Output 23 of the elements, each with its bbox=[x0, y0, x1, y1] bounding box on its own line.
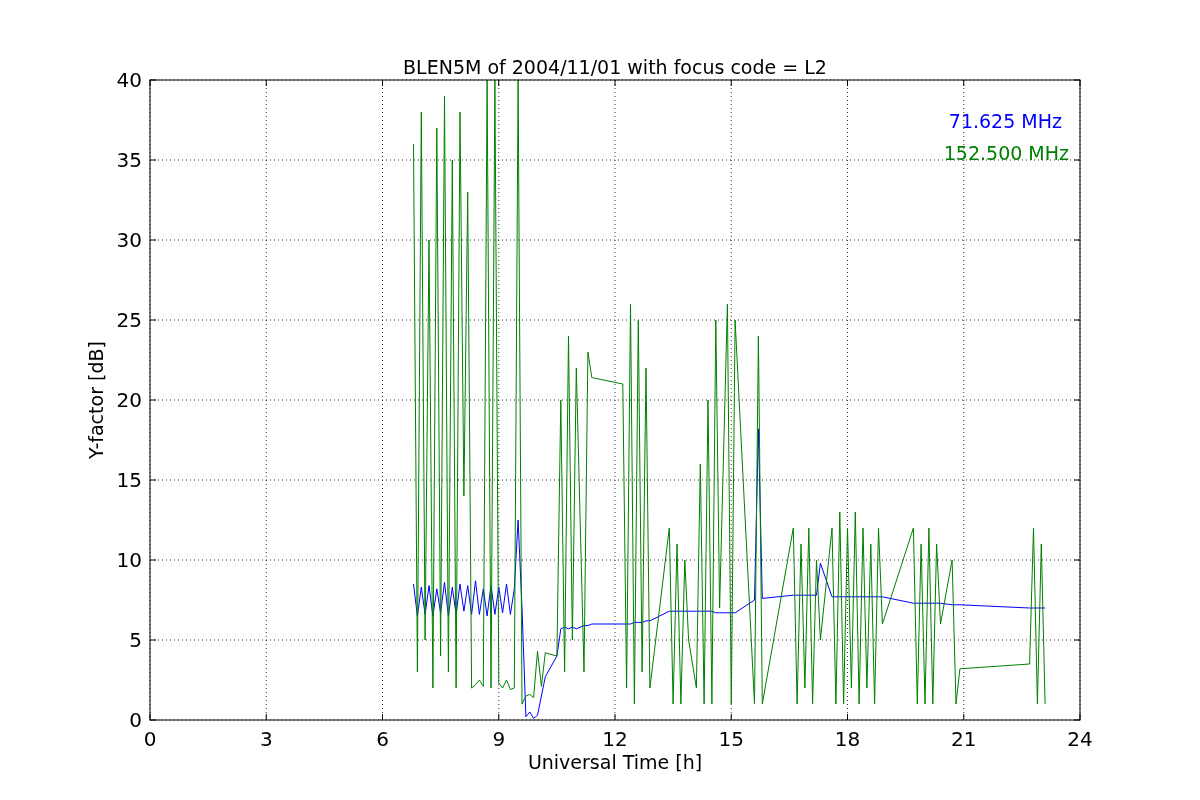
tick-label: 25 bbox=[116, 308, 142, 332]
tick-label: 3 bbox=[259, 727, 273, 751]
tick-label: 21 bbox=[951, 727, 977, 751]
tick-label: 20 bbox=[116, 388, 142, 412]
axis-label: Y-factor [dB] bbox=[85, 341, 107, 459]
tick-label: 15 bbox=[718, 727, 744, 751]
legend-label: 152.500 MHz bbox=[943, 142, 1069, 164]
tick-label: 18 bbox=[834, 727, 861, 751]
tick-label: 24 bbox=[1067, 727, 1093, 751]
legend-label: 71.625 MHz bbox=[948, 110, 1062, 132]
tick-label: 9 bbox=[492, 727, 506, 751]
tick-label: 5 bbox=[129, 628, 142, 652]
tick-label: 15 bbox=[116, 468, 142, 492]
tick-label: 10 bbox=[116, 548, 142, 572]
chart-title: BLEN5M of 2004/11/01 with focus code = L2 bbox=[403, 56, 827, 78]
tick-label: 12 bbox=[602, 727, 628, 751]
tick-label: 35 bbox=[116, 148, 142, 172]
tick-label: 30 bbox=[116, 228, 142, 252]
tick-label: 6 bbox=[376, 727, 389, 751]
tick-label: 40 bbox=[116, 68, 142, 92]
tick-label: 0 bbox=[143, 727, 157, 751]
tick-label: 0 bbox=[129, 708, 142, 732]
axis-label: Universal Time [h] bbox=[527, 751, 703, 773]
